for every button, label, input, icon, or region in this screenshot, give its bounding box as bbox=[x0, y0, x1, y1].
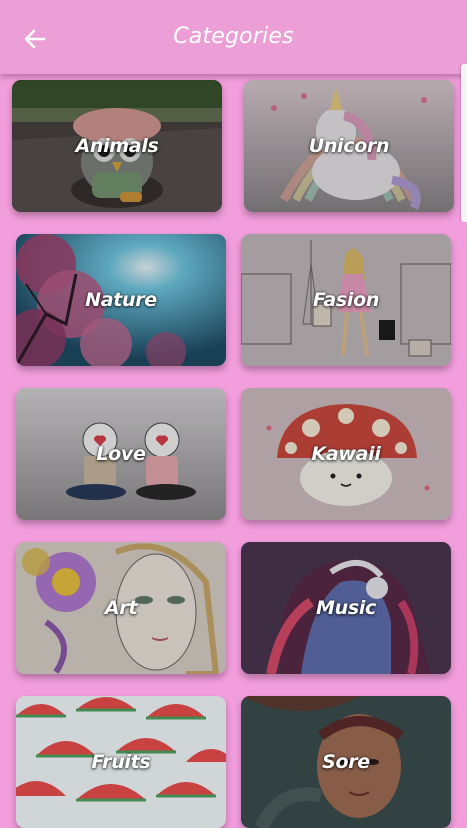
category-card-nature[interactable]: Nature bbox=[16, 234, 226, 366]
category-label: Fruits bbox=[91, 751, 151, 773]
category-label: Nature bbox=[85, 289, 157, 311]
scrollbar[interactable] bbox=[461, 64, 467, 222]
category-card-sore[interactable]: Sore bbox=[241, 696, 451, 828]
app-bar: Categories bbox=[0, 0, 467, 74]
page-title: Categories bbox=[173, 24, 294, 49]
category-card-fasion[interactable]: Fasion bbox=[241, 234, 451, 366]
category-label: Unicorn bbox=[308, 135, 390, 157]
category-card-art[interactable]: Art bbox=[16, 542, 226, 674]
category-label: Art bbox=[104, 597, 138, 619]
category-grid: Animals Unicorn Nature Fasion Love Kawai… bbox=[0, 0, 467, 828]
category-card-fruits[interactable]: Fruits bbox=[16, 696, 226, 828]
category-card-unicorn[interactable]: Unicorn bbox=[244, 80, 454, 212]
category-card-animals[interactable]: Animals bbox=[12, 80, 222, 212]
category-card-love[interactable]: Love bbox=[16, 388, 226, 520]
category-label: Love bbox=[96, 443, 146, 465]
category-label: Animals bbox=[75, 135, 159, 157]
category-label: Kawaii bbox=[311, 443, 381, 465]
category-label: Music bbox=[315, 597, 377, 619]
category-label: Sore bbox=[322, 751, 370, 773]
category-card-kawaii[interactable]: Kawaii bbox=[241, 388, 451, 520]
category-card-music[interactable]: Music bbox=[241, 542, 451, 674]
category-label: Fasion bbox=[312, 289, 380, 311]
